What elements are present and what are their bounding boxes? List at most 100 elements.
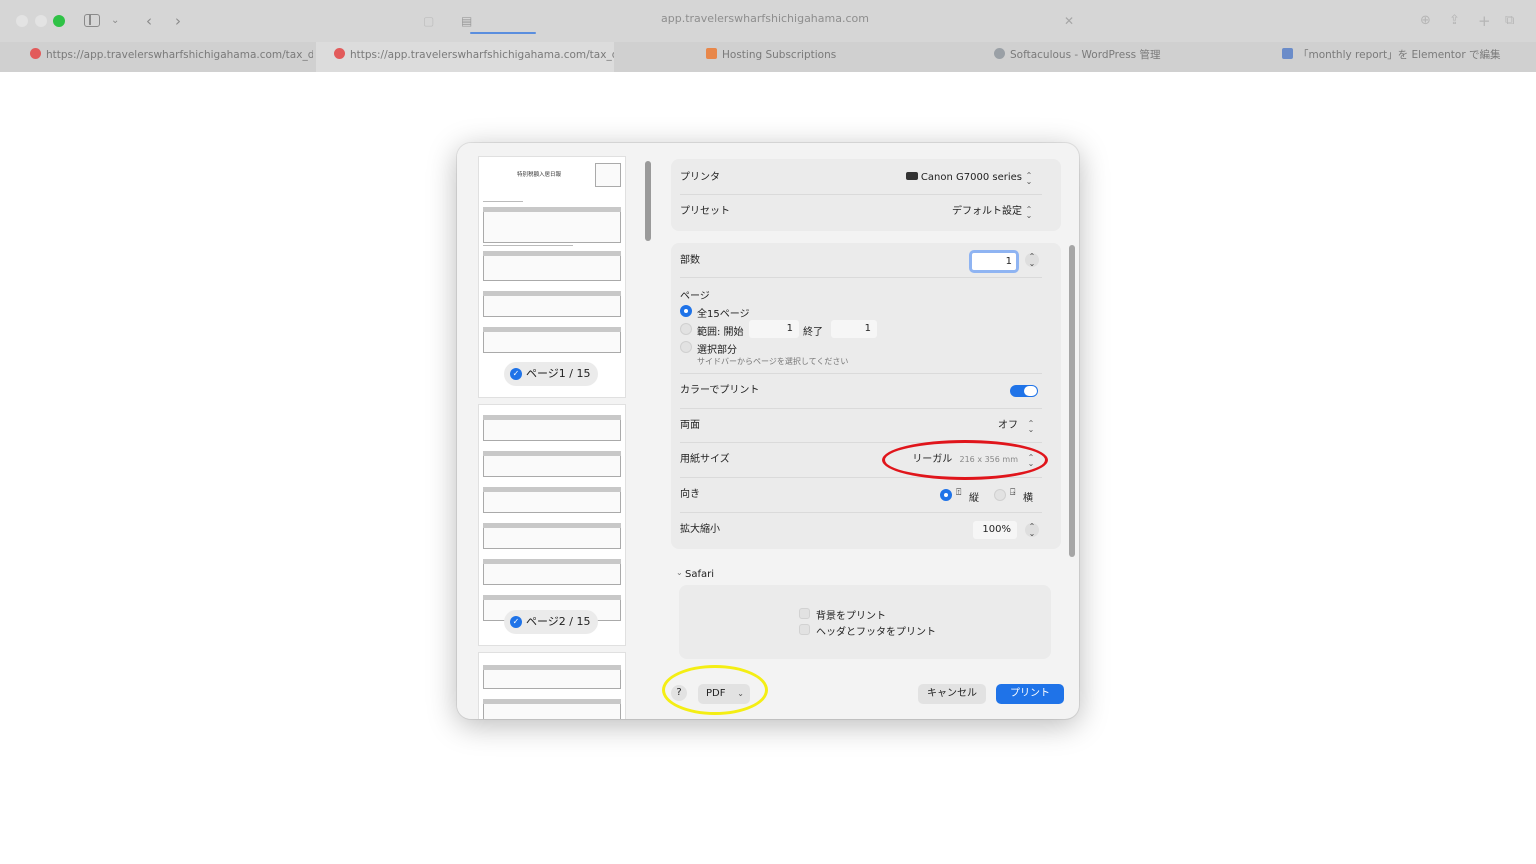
- chevron-updown-icon[interactable]: ⌃ ⌄: [1024, 172, 1034, 186]
- range-from-input[interactable]: 1: [749, 320, 799, 338]
- print-backgrounds-checkbox[interactable]: [799, 608, 810, 619]
- print-preview-pane[interactable]: 特別税額入居日報 ✓ ページ1 / 15 ✓ ページ2 / 15: [457, 143, 657, 719]
- preview-scrollbar[interactable]: [645, 161, 651, 241]
- duplex-row[interactable]: 両面 オフ ⌃ ⌄: [680, 409, 1044, 443]
- tab-hosting-subscriptions[interactable]: Hosting Subscriptions: [706, 42, 966, 72]
- tab-label: Hosting Subscriptions: [722, 49, 837, 61]
- page-badge-1[interactable]: ✓ ページ1 / 15: [504, 362, 598, 386]
- thumbnail-table-head: [483, 327, 621, 332]
- pages-all-radio[interactable]: [680, 305, 692, 317]
- page-badge-2[interactable]: ✓ ページ2 / 15: [504, 610, 598, 634]
- chevron-updown-icon[interactable]: ⌃ ⌄: [1024, 206, 1034, 220]
- thumbnail-table-head: [483, 451, 621, 456]
- print-button[interactable]: プリント: [996, 684, 1064, 704]
- color-label: カラーでプリント: [680, 385, 760, 396]
- elementor-favicon-icon: [1282, 48, 1293, 59]
- annotation-red-ellipse: [882, 440, 1048, 480]
- thumbnail-table: [483, 207, 621, 243]
- site-favicon-icon: [334, 48, 345, 59]
- thumbnail-table-head: [483, 251, 621, 256]
- download-icon[interactable]: ⊕: [1420, 11, 1431, 31]
- chevron-down-icon[interactable]: ⌄: [111, 11, 119, 31]
- range-to-input[interactable]: 1: [831, 320, 877, 338]
- checkmark-icon: ✓: [510, 368, 522, 380]
- print-backgrounds-label: 背景をプリント: [816, 611, 886, 622]
- thumbnail-table-head: [483, 523, 621, 528]
- range-to-label: 終了: [803, 327, 823, 338]
- shield-icon[interactable]: ▢: [423, 11, 434, 31]
- scale-input[interactable]: 100%: [973, 521, 1017, 539]
- thumbnail-table-head: [483, 595, 621, 600]
- color-row: カラーでプリント: [680, 374, 1044, 408]
- tab-overview-icon[interactable]: ⧉: [1505, 11, 1514, 31]
- preset-select[interactable]: デフォルト設定: [952, 195, 1022, 229]
- duplex-select[interactable]: オフ: [998, 409, 1018, 443]
- browser-titlebar: ⌄ ‹ › ▢ ▤ app.travelerswharfshichigahama…: [0, 0, 1536, 42]
- portrait-icon: ⍐: [956, 488, 962, 498]
- orientation-label: 向き: [680, 489, 700, 500]
- printer-select[interactable]: Canon G7000 series: [905, 161, 1022, 195]
- preset-label: プリセット: [680, 206, 730, 217]
- tab-softaculous[interactable]: Softaculous - WordPress 管理: [994, 42, 1254, 72]
- thumbnail-stamp: [595, 163, 621, 187]
- color-toggle[interactable]: [1010, 385, 1038, 397]
- safari-section-label[interactable]: Safari: [685, 569, 714, 580]
- address-bar[interactable]: app.travelerswharfshichigahama.com: [560, 12, 970, 25]
- reader-icon[interactable]: ▤: [461, 11, 472, 31]
- annotation-yellow-ellipse: [662, 665, 768, 715]
- thumbnail-table-head: [483, 665, 621, 670]
- thumbnail-table-head: [483, 415, 621, 420]
- chevron-down-icon[interactable]: ⌄: [676, 568, 683, 577]
- site-favicon-icon: [30, 48, 41, 59]
- back-icon[interactable]: ‹: [146, 11, 152, 31]
- tab-label: https://app.travelerswharfshichigahama.c…: [46, 49, 313, 61]
- pages-all-label: 全15ページ: [697, 309, 750, 320]
- new-tab-icon[interactable]: +: [1478, 11, 1491, 31]
- divider: [680, 277, 1042, 278]
- landscape-label: 横: [1023, 493, 1033, 504]
- share-icon[interactable]: ⇪: [1449, 11, 1460, 31]
- copies-label: 部数: [680, 255, 700, 266]
- pages-selection-radio[interactable]: [680, 341, 692, 353]
- orientation-portrait-radio[interactable]: [940, 489, 952, 501]
- copies-input[interactable]: 1: [969, 250, 1019, 273]
- page-badge-label: ページ1 / 15: [526, 367, 591, 380]
- forward-icon[interactable]: ›: [175, 11, 181, 31]
- printer-row[interactable]: プリンタ Canon G7000 series ⌃ ⌄: [680, 161, 1044, 195]
- page-thumbnail-1[interactable]: 特別税額入居日報: [479, 157, 625, 397]
- tab-tax-de[interactable]: https://app.travelerswharfshichigahama.c…: [0, 42, 313, 72]
- pages-selection-hint: サイドバーからページを選択してください: [697, 357, 849, 366]
- chevron-updown-icon[interactable]: ⌃ ⌄: [1026, 420, 1036, 434]
- tab-tax-d[interactable]: https://app.travelerswharfshichigahama.c…: [316, 42, 614, 72]
- settings-scrollbar[interactable]: [1069, 245, 1075, 557]
- thumbnail-line: [483, 245, 573, 246]
- close-icon[interactable]: ✕: [1064, 11, 1074, 31]
- pages-selection-label: 選択部分: [697, 345, 737, 356]
- pages-range-radio[interactable]: [680, 323, 692, 335]
- hosting-favicon-icon: [706, 48, 717, 59]
- close-window-button[interactable]: [16, 15, 28, 27]
- paper-size-label: 用紙サイズ: [680, 454, 730, 465]
- thumbnail-table-head: [483, 487, 621, 492]
- cancel-button[interactable]: キャンセル: [918, 684, 986, 704]
- page-thumbnail-2[interactable]: [479, 405, 625, 645]
- copies-stepper[interactable]: ⌃ ⌄: [1025, 253, 1039, 268]
- zoom-window-button[interactable]: [53, 15, 65, 27]
- tab-bar: https://app.travelerswharfshichigahama.c…: [0, 42, 1536, 72]
- minimize-window-button[interactable]: [35, 15, 47, 27]
- tab-label: 「monthly report」を Elementor で編集: [1298, 49, 1501, 61]
- scale-stepper[interactable]: ⌃ ⌄: [1025, 523, 1039, 538]
- page-thumbnail-3[interactable]: [479, 653, 625, 719]
- sidebar-toggle-icon[interactable]: [84, 14, 100, 27]
- thumbnail-line: [483, 201, 523, 202]
- portrait-label: 縦: [969, 493, 979, 504]
- duplex-label: 両面: [680, 420, 700, 431]
- orientation-landscape-radio[interactable]: [994, 489, 1006, 501]
- preset-row[interactable]: プリセット デフォルト設定 ⌃ ⌄: [680, 195, 1044, 229]
- thumbnail-table-head: [483, 291, 621, 296]
- pages-label: ページ: [680, 291, 710, 302]
- tab-elementor[interactable]: 「monthly report」を Elementor で編集: [1282, 42, 1522, 72]
- settings-group: 部数 ⌃ ⌄ ページ 全15ページ 範囲: 開始 1 終了 1 選択部分 サイドバ…: [671, 243, 1061, 549]
- loading-indicator: [470, 32, 536, 34]
- print-headers-checkbox[interactable]: [799, 624, 810, 635]
